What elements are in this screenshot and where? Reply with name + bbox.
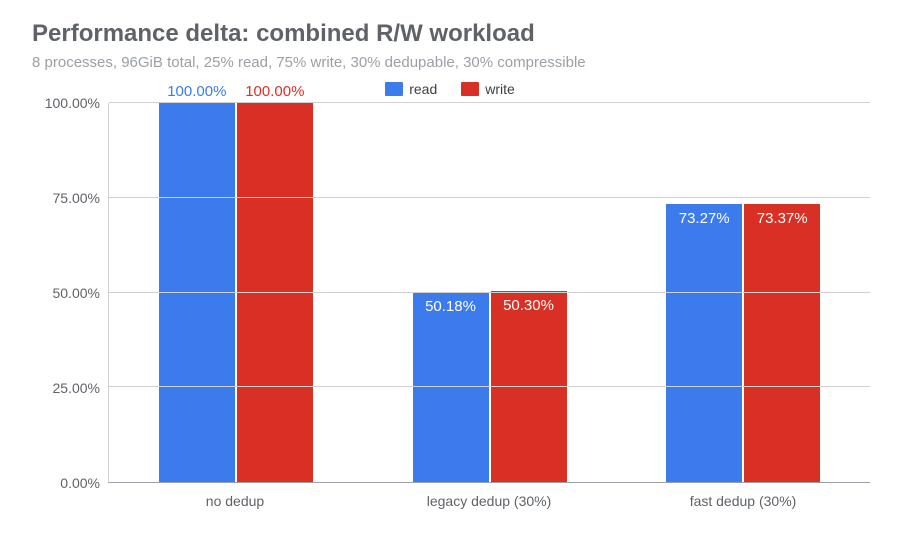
legend-item-read: read — [385, 81, 437, 97]
bar-read: 100.00% — [159, 103, 235, 482]
bar-value-label: 73.37% — [757, 210, 808, 227]
legend-label-read: read — [409, 81, 437, 97]
y-tick-label: 50.00% — [53, 285, 100, 301]
bar-group: 100.00%100.00% — [109, 103, 363, 482]
y-axis: 0.00%25.00%50.00%75.00%100.00% — [30, 103, 108, 483]
bar-write: 100.00% — [237, 103, 313, 482]
plot-row: 0.00%25.00%50.00%75.00%100.00% 100.00%10… — [30, 103, 870, 483]
bar-groups: 100.00%100.00% 50.18% 50.30% 73.27% 73.37% — [109, 103, 870, 482]
bar-value-label: 100.00% — [167, 83, 226, 100]
bar-read: 73.27% — [666, 204, 742, 482]
bar-group: 50.18% 50.30% — [363, 103, 617, 482]
bar-value-label: 50.18% — [425, 298, 476, 315]
y-tick-label: 75.00% — [53, 190, 100, 206]
bar-write: 73.37% — [744, 204, 820, 482]
gridline — [109, 197, 870, 198]
legend-label-write: write — [485, 81, 515, 97]
bar-group: 73.27% 73.37% — [616, 103, 870, 482]
bar-value-label: 50.30% — [503, 297, 554, 314]
plot-area: 100.00%100.00% 50.18% 50.30% 73.27% 73.37% — [108, 103, 870, 483]
legend: read write — [30, 81, 870, 97]
y-tick-label: 25.00% — [53, 380, 100, 396]
legend-item-write: write — [461, 81, 515, 97]
x-category-label: legacy dedup (30%) — [362, 483, 616, 509]
gridline — [109, 386, 870, 387]
x-category-label: no dedup — [108, 483, 362, 509]
gridline — [109, 102, 870, 103]
y-tick-label: 100.00% — [45, 95, 100, 111]
bar-value-label: 73.27% — [679, 210, 730, 227]
gridline — [109, 292, 870, 293]
x-axis: no deduplegacy dedup (30%)fast dedup (30… — [108, 483, 870, 509]
legend-swatch-write — [461, 82, 479, 96]
chart-container: Performance delta: combined R/W workload… — [0, 0, 900, 558]
x-category-label: fast dedup (30%) — [616, 483, 870, 509]
chart-title: Performance delta: combined R/W workload — [32, 20, 870, 48]
legend-swatch-read — [385, 82, 403, 96]
y-tick-label: 0.00% — [60, 475, 100, 491]
chart-subtitle: 8 processes, 96GiB total, 25% read, 75% … — [32, 54, 870, 71]
bar-value-label: 100.00% — [245, 83, 304, 100]
